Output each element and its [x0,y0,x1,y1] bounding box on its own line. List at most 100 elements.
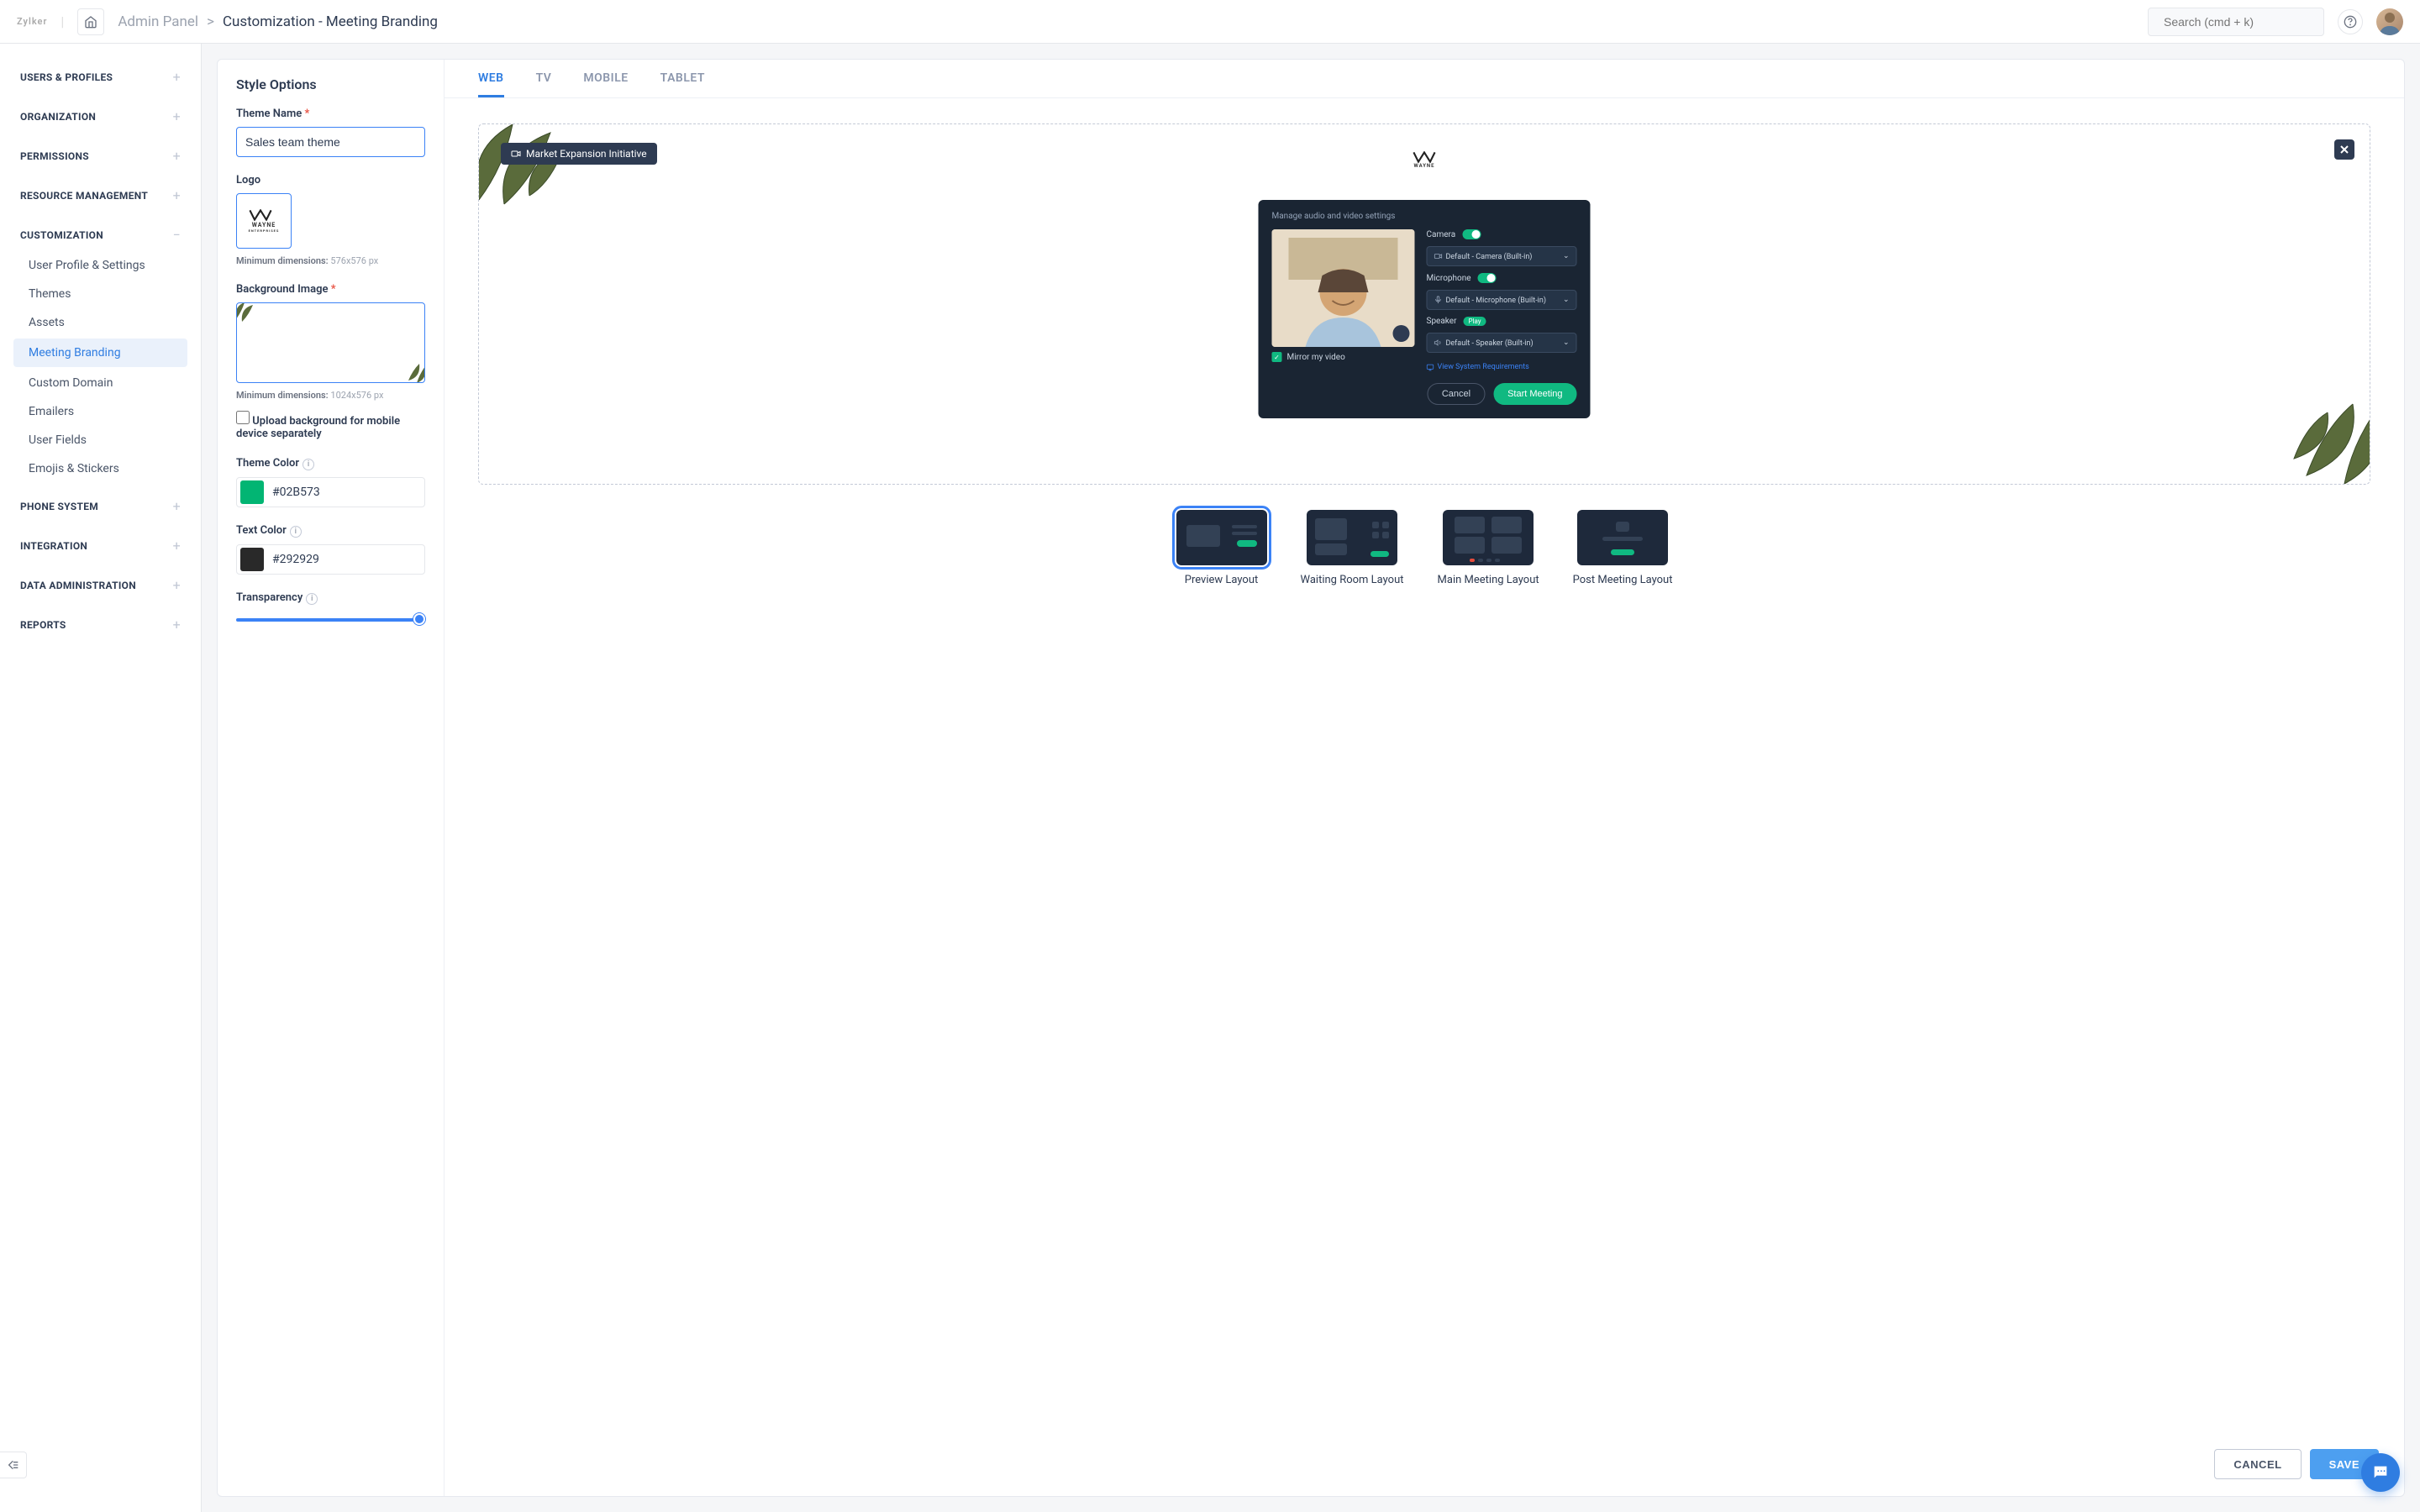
sidebar-group-reports[interactable]: REPORTS+ [20,608,181,641]
av-settings-modal: Manage audio and video settings ✓ [1259,200,1591,418]
bg-mobile-checkbox-row[interactable]: Upload background for mobile device sepa… [236,409,425,440]
bg-upload-box[interactable] [236,302,425,383]
camera-toggle[interactable] [1462,229,1481,239]
logo-label: Logo [236,174,425,186]
sidebar-item-assets[interactable]: Assets [20,308,181,337]
mic-select[interactable]: Default - Microphone (Built-in)⌄ [1427,290,1577,310]
sidebar-item-user-profile[interactable]: User Profile & Settings [20,251,181,280]
layout-preview[interactable]: Preview Layout [1176,510,1267,586]
meeting-preview-frame: Market Expansion Initiative WAYNE Manage… [478,123,2370,485]
layout-waiting[interactable]: Waiting Room Layout [1301,510,1404,586]
search-input-wrap[interactable] [2148,8,2324,36]
breadcrumb-current: Customization - Meeting Branding [223,13,438,30]
transparency-slider[interactable] [236,612,425,628]
close-button[interactable] [2334,139,2354,160]
search-input[interactable] [2164,15,2316,29]
camera-select[interactable]: Default - Camera (Built-in)⌄ [1427,246,1577,266]
plus-icon: + [173,538,181,554]
sidebar-group-customization[interactable]: CUSTOMIZATION− [20,218,181,251]
cancel-button[interactable]: CANCEL [2214,1449,2301,1479]
avatar-icon [2376,8,2403,35]
panel-title: Style Options [236,76,425,92]
info-icon[interactable]: i [290,526,302,538]
av-modal-title: Manage audio and video settings [1272,212,1577,221]
transparency-label: Transparencyi [236,591,425,605]
device-tabs: WEB TV MOBILE TABLET [445,60,2404,98]
leaf-decoration-icon [478,123,580,208]
sidebar-item-user-fields[interactable]: User Fields [20,426,181,454]
logo-hint: Minimum dimensions: 576x576 px [236,255,425,266]
tab-tv[interactable]: TV [536,71,552,97]
monitor-icon [1427,364,1434,371]
app-logo: Zylker [17,16,47,27]
chevron-down-icon: ⌄ [1563,296,1570,304]
breadcrumb-root[interactable]: Admin Panel [118,13,198,30]
sidebar-group-org[interactable]: ORGANIZATION+ [20,100,181,133]
chevron-down-icon: ⌄ [1563,252,1570,260]
help-button[interactable] [2338,9,2363,34]
sidebar-group-resource[interactable]: RESOURCE MANAGEMENT+ [20,179,181,212]
sidebar-item-emojis[interactable]: Emojis & Stickers [20,454,181,483]
sidebar-collapse-button[interactable] [0,1452,27,1478]
user-avatar[interactable] [2376,8,2403,35]
camera-control-icon[interactable] [1393,325,1410,342]
bg-label: Background Image * [236,283,425,296]
sidebar-group-phone[interactable]: PHONE SYSTEM+ [20,490,181,522]
sidebar-item-meeting-branding[interactable]: Meeting Branding [13,339,187,367]
home-icon [84,15,97,29]
mic-toggle[interactable] [1478,273,1497,283]
theme-color-label: Theme Colori [236,457,425,470]
plus-icon: + [173,617,181,633]
style-options-panel: Style Options Theme Name * Logo WAYNE EN… [218,60,445,1496]
sidebar-group-integration[interactable]: INTEGRATION+ [20,529,181,562]
info-icon[interactable]: i [306,593,318,605]
bg-hint: Minimum dimensions: 1024x576 px [236,390,425,401]
tab-web[interactable]: WEB [478,71,504,97]
plus-icon: + [173,148,181,164]
plus-icon: + [173,498,181,514]
chat-icon [2371,1463,2390,1482]
plus-icon: + [173,187,181,203]
tab-mobile[interactable]: MOBILE [583,71,628,97]
leaf-icon [396,362,425,383]
plus-icon: + [173,108,181,124]
av-start-button[interactable]: Start Meeting [1493,383,1576,405]
av-cancel-button[interactable]: Cancel [1428,383,1485,405]
home-button[interactable] [77,8,104,35]
meeting-title-badge: Market Expansion Initiative [501,143,657,165]
theme-name-input[interactable] [236,127,425,157]
text-color-input[interactable]: #292929 [236,544,425,575]
text-color-label: Text Colori [236,524,425,538]
sysreq-link[interactable]: View System Requirements [1427,363,1577,371]
sidebar-group-users[interactable]: USERS & PROFILES+ [20,60,181,93]
layout-selector: Preview Layout [478,510,2370,586]
header: Zylker | Admin Panel > Customization - M… [0,0,2420,44]
chat-fab-button[interactable] [2361,1453,2400,1492]
leaf-decoration-icon [2252,391,2370,485]
layout-main[interactable]: Main Meeting Layout [1438,510,1539,586]
sidebar-item-custom-domain[interactable]: Custom Domain [20,369,181,397]
tab-tablet[interactable]: TABLET [660,71,705,97]
sidebar: USERS & PROFILES+ ORGANIZATION+ PERMISSI… [0,44,202,1512]
layout-post[interactable]: Post Meeting Layout [1573,510,1673,586]
speaker-select[interactable]: Default - Speaker (Built-in)⌄ [1427,333,1577,353]
theme-name-label: Theme Name * [236,108,425,120]
speaker-play-button[interactable]: Play [1463,317,1486,326]
sidebar-group-permissions[interactable]: PERMISSIONS+ [20,139,181,172]
mirror-video-checkbox[interactable]: ✓ Mirror my video [1272,352,1415,362]
breadcrumb: Admin Panel > Customization - Meeting Br… [118,13,438,30]
close-icon [2340,145,2349,154]
plus-icon: + [173,69,181,85]
theme-color-input[interactable]: #02B573 [236,477,425,507]
logo-upload-box[interactable]: WAYNE ENTERPRISES [236,193,292,249]
collapse-icon [7,1458,20,1472]
leaf-icon [236,302,266,323]
chevron-down-icon: ⌄ [1563,339,1570,347]
bg-mobile-checkbox[interactable] [236,411,250,424]
sidebar-item-themes[interactable]: Themes [20,280,181,308]
camera-preview [1272,229,1415,347]
video-icon [511,149,521,159]
info-icon[interactable]: i [302,459,314,470]
sidebar-item-emailers[interactable]: Emailers [20,397,181,426]
sidebar-group-data-admin[interactable]: DATA ADMINISTRATION+ [20,569,181,601]
